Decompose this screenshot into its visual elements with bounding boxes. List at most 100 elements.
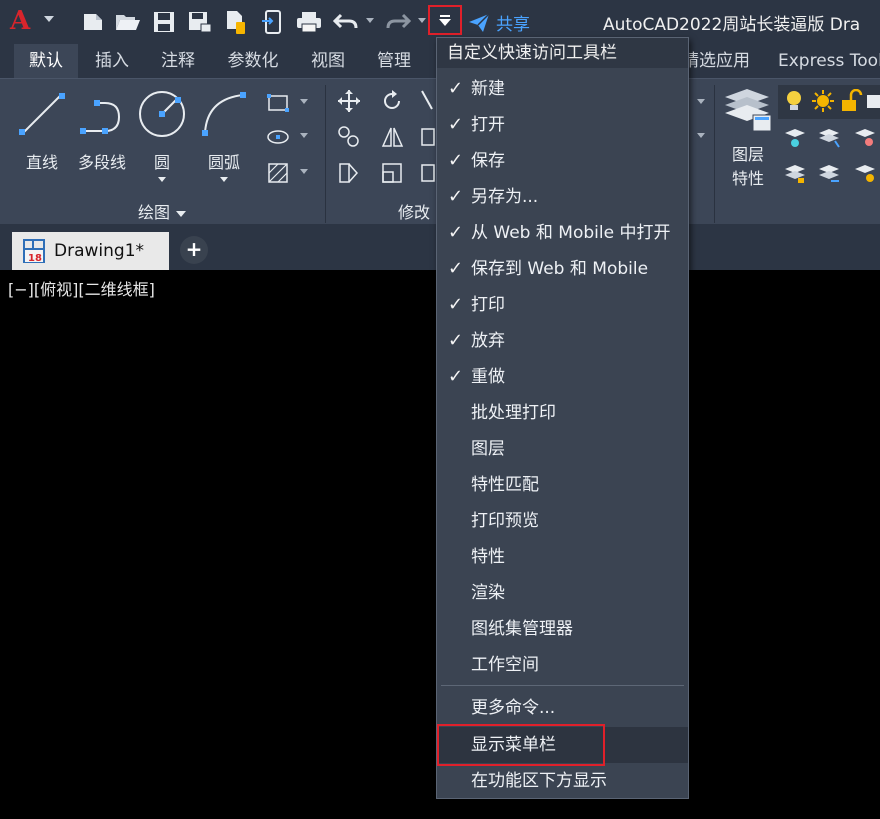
open-web-mobile-icon[interactable] — [222, 8, 250, 36]
arc-tool-button[interactable]: 圆弧 — [194, 87, 254, 182]
menu-item-label: 打印 — [471, 295, 505, 315]
line-tool-label: 直线 — [25, 153, 58, 172]
share-button[interactable]: 共享 — [468, 10, 530, 35]
menu-item-label: 从 Web 和 Mobile 中打开 — [471, 223, 671, 243]
window-title: AutoCAD2022周站长装逼版 Dra — [603, 15, 861, 35]
add-tab-button[interactable]: + — [180, 236, 208, 264]
layer-walk-icon[interactable] — [783, 161, 807, 185]
menu-item-batch-plot[interactable]: 批处理打印 — [437, 395, 688, 431]
copy-icon[interactable] — [337, 125, 361, 149]
menu-item-label: 保存到 Web 和 Mobile — [471, 259, 649, 279]
ellipse-icon[interactable] — [266, 125, 290, 149]
menu-item-undo[interactable]: ✓ 放弃 — [437, 323, 688, 359]
unlock-icon[interactable] — [839, 88, 863, 113]
rectangle-dropdown-icon[interactable] — [300, 99, 308, 104]
menu-item-open[interactable]: ✓ 打开 — [437, 107, 688, 143]
layer-merge-icon[interactable] — [817, 161, 841, 185]
line-tool-button[interactable]: 直线 — [12, 87, 72, 173]
menu-item-save-as[interactable]: ✓ 另存为... — [437, 179, 688, 215]
menu-item-plot-preview[interactable]: 打印预览 — [437, 503, 688, 539]
sun-icon[interactable] — [811, 89, 835, 113]
tab-insert[interactable]: 插入 — [80, 44, 144, 78]
menu-item-label: 打开 — [471, 115, 505, 135]
dwg-file-icon: 18 — [23, 239, 45, 264]
redo-icon[interactable] — [384, 8, 412, 36]
panel-divider-2 — [714, 85, 715, 223]
menu-item-layer[interactable]: 图层 — [437, 431, 688, 467]
layer-thaw-icon[interactable] — [853, 161, 877, 185]
menu-item-more-commands[interactable]: 更多命令... — [437, 690, 688, 726]
menu-item-save-web-mobile[interactable]: ✓ 保存到 Web 和 Mobile — [437, 251, 688, 287]
draw-panel-label: 绘图 — [138, 203, 171, 222]
menu-item-redo[interactable]: ✓ 重做 — [437, 359, 688, 395]
draw-panel-title[interactable]: 绘图 — [138, 199, 187, 223]
circle-dropdown-icon[interactable] — [158, 177, 166, 182]
menu-item-label: 保存 — [471, 151, 505, 171]
menu-item-new[interactable]: ✓ 新建 — [437, 71, 688, 107]
circle-tool-button[interactable]: 圆 — [132, 87, 192, 182]
circle-tool-label: 圆 — [153, 153, 170, 172]
layer-square-icon[interactable] — [864, 89, 880, 113]
undo-dropdown-icon[interactable] — [366, 18, 374, 23]
save-icon[interactable] — [150, 8, 178, 36]
print-icon[interactable] — [294, 8, 324, 36]
panel-divider — [325, 85, 326, 223]
rectangle-icon[interactable] — [266, 91, 290, 115]
save-web-mobile-icon[interactable] — [258, 8, 286, 36]
menu-item-properties[interactable]: 特性 — [437, 539, 688, 575]
rotate-icon[interactable] — [380, 89, 404, 113]
arc-dropdown-icon[interactable] — [220, 177, 228, 182]
svg-text:18: 18 — [28, 253, 42, 264]
mirror-icon[interactable] — [380, 125, 404, 149]
layer-off-icon[interactable] — [853, 125, 877, 149]
annotation-dropdown-icon[interactable] — [697, 99, 705, 104]
layer-iso-icon[interactable] — [783, 125, 807, 149]
menu-item-render[interactable]: 渲染 — [437, 575, 688, 611]
tab-parametric[interactable]: 参数化 — [214, 44, 292, 78]
share-icon — [469, 12, 490, 32]
menu-item-show-below-ribbon[interactable]: 在功能区下方显示 — [437, 763, 688, 799]
menu-item-sheet-set-manager[interactable]: 图纸集管理器 — [437, 611, 688, 647]
redo-dropdown-icon[interactable] — [418, 18, 426, 23]
menu-item-workspace[interactable]: 工作空间 — [437, 647, 688, 683]
layer-properties-button[interactable]: 图层 特性 — [718, 87, 778, 189]
app-menu-arrow-icon[interactable] — [44, 16, 54, 22]
annotation-dropdown-2-icon[interactable] — [697, 133, 705, 138]
tab-express-tools[interactable]: Express Tools — [770, 44, 880, 78]
layer-properties-icon — [725, 89, 772, 132]
draw-panel-dropdown-icon — [176, 210, 187, 217]
menu-item-label: 新建 — [471, 79, 505, 99]
stretch-icon[interactable] — [337, 161, 361, 185]
menu-item-print[interactable]: ✓ 打印 — [437, 287, 688, 323]
lightbulb-icon[interactable] — [783, 89, 807, 113]
share-label: 共享 — [496, 15, 530, 35]
circle-icon — [139, 91, 185, 137]
new-file-icon[interactable] — [80, 8, 106, 36]
ellipse-dropdown-icon[interactable] — [300, 133, 308, 138]
hatch-dropdown-icon[interactable] — [300, 169, 308, 174]
save-as-icon[interactable] — [186, 8, 214, 36]
customize-qat-menu: 自定义快速访问工具栏 ✓ 新建 ✓ 打开 ✓ 保存 ✓ 另存为... ✓ 从 Web 和 … — [436, 37, 689, 799]
drawing-tab[interactable]: 18 Drawing1* — [12, 232, 169, 270]
hatch-icon[interactable] — [266, 161, 290, 185]
app-logo-icon[interactable]: A — [10, 6, 30, 36]
tab-view[interactable]: 视图 — [296, 44, 360, 78]
customize-dropdown-icon[interactable] — [428, 5, 462, 35]
open-folder-icon[interactable] — [114, 8, 142, 36]
polyline-icon — [80, 100, 121, 134]
move-icon[interactable] — [337, 89, 361, 113]
viewport-controls[interactable]: [−][俯视][二维线框] — [8, 276, 155, 300]
menu-item-match-properties[interactable]: 特性匹配 — [437, 467, 688, 503]
tab-manage[interactable]: 管理 — [362, 44, 426, 78]
layer-freeze-icon[interactable] — [817, 125, 841, 149]
tab-default[interactable]: 默认 — [14, 44, 78, 78]
check-icon: ✓ — [448, 222, 464, 243]
check-icon: ✓ — [448, 78, 464, 99]
menu-item-open-web-mobile[interactable]: ✓ 从 Web 和 Mobile 中打开 — [437, 215, 688, 251]
tab-annotate[interactable]: 注释 — [146, 44, 210, 78]
undo-icon[interactable] — [332, 8, 360, 36]
scale-icon[interactable] — [380, 161, 404, 185]
menu-item-save[interactable]: ✓ 保存 — [437, 143, 688, 179]
polyline-tool-button[interactable]: 多段线 — [72, 87, 132, 173]
modify-panel-title[interactable]: 修改 — [398, 199, 430, 223]
